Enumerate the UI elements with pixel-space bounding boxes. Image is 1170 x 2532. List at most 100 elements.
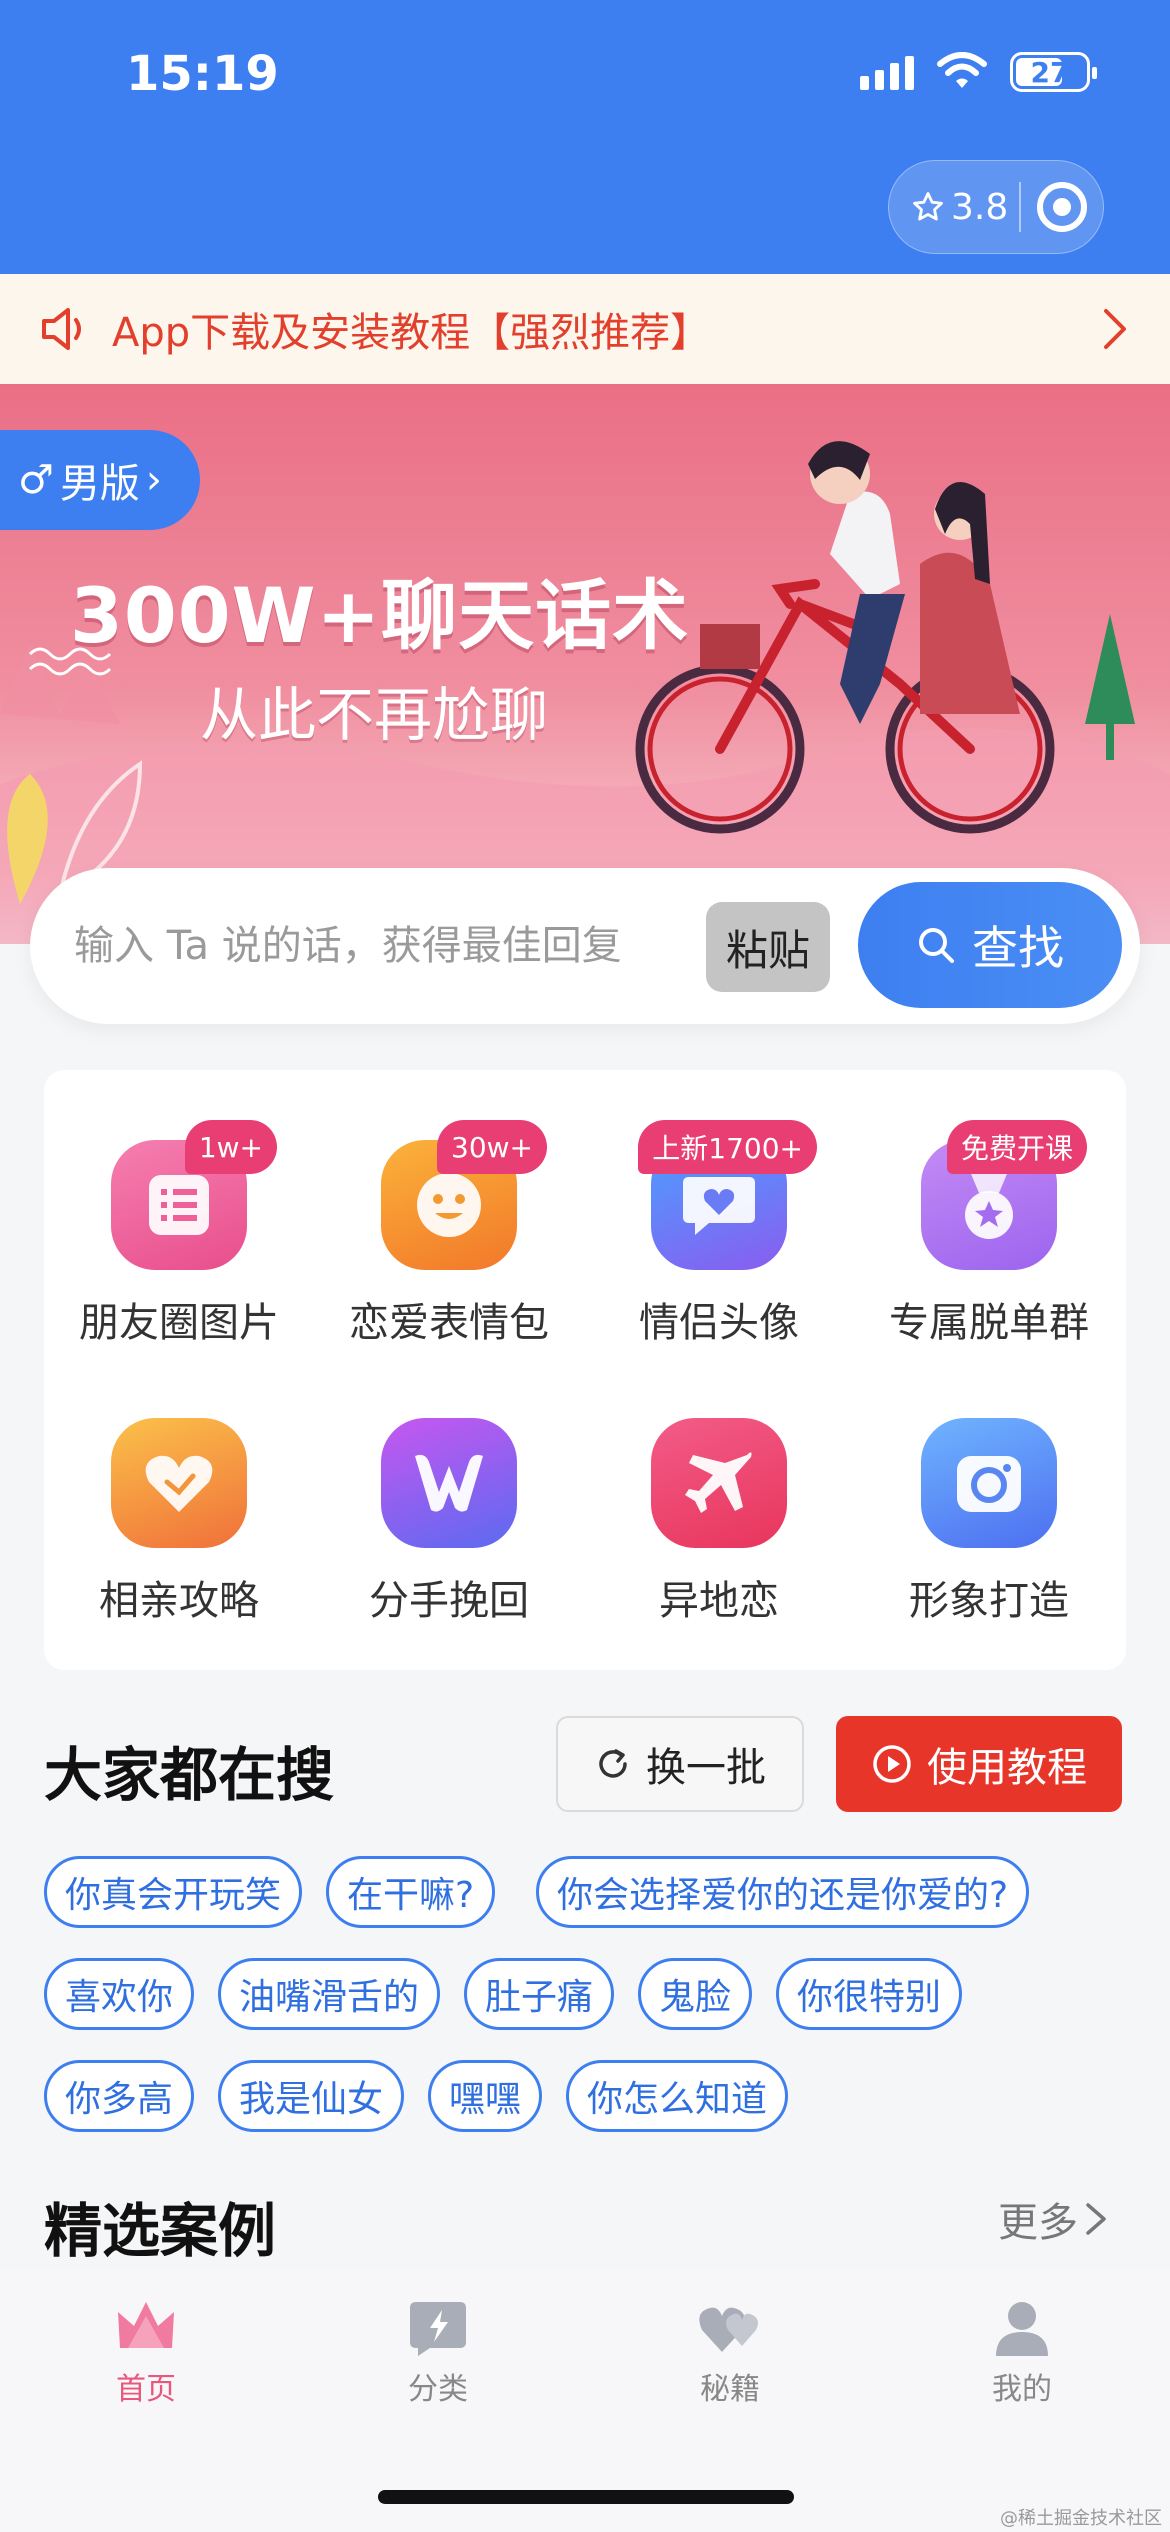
battery-level: 27 [1030, 55, 1070, 89]
paste-button[interactable]: 粘贴 [706, 902, 830, 992]
tab-label: 秘籍 [700, 2372, 760, 2407]
smile-icon [417, 1173, 481, 1237]
speaker-icon [42, 308, 81, 350]
wifi-icon [937, 52, 987, 88]
more-link[interactable]: 更多 [998, 2190, 1108, 2248]
feature-icon [921, 1418, 1057, 1548]
heart-chat-icon [683, 1177, 755, 1235]
feature-icon [651, 1418, 787, 1548]
search-tag[interactable]: 喜欢你 [44, 1958, 195, 2030]
feature-icon: 上新1700+ [638, 1120, 817, 1270]
feature-image-makeover[interactable]: 形象打造 [854, 1418, 1124, 1626]
search-tag[interactable]: 你很特别 [776, 1958, 963, 2030]
signal-icon [860, 54, 914, 90]
feature-moments-images[interactable]: 1w+ 朋友圈图片 [44, 1120, 314, 1348]
search-tag[interactable]: 嘿嘿 [428, 2060, 543, 2132]
tab-label: 分类 [408, 2372, 468, 2407]
tab-label: 首页 [116, 2372, 176, 2407]
home-indicator [378, 2490, 794, 2504]
search-tag[interactable]: 鬼脸 [638, 1958, 753, 2030]
watermark-text: @稀土掘金技术社区 [1000, 2508, 1162, 2529]
search-tag[interactable]: 你会选择爱你的还是你爱的? [536, 1856, 1030, 1928]
tab-home[interactable]: 首页 [46, 2298, 246, 2408]
chevron-right-icon [1086, 2203, 1106, 2235]
feature-icon: 免费开课 [921, 1120, 1087, 1270]
feature-breakup-recovery[interactable]: 分手挽回 [314, 1418, 584, 1626]
feature-label: 分手挽回 [369, 1578, 529, 1624]
notice-text: App下载及安装教程【强烈推荐】 [112, 310, 711, 356]
banner-subtitle: 从此不再尬聊 [200, 681, 549, 749]
list-icon [149, 1175, 209, 1235]
search-tag[interactable]: 肚子痛 [464, 1958, 615, 2030]
tab-label: 我的 [992, 2372, 1052, 2407]
feature-icon [381, 1418, 517, 1548]
find-button[interactable]: 查找 [858, 882, 1122, 1008]
feature-label: 异地恋 [659, 1578, 779, 1624]
chevron-right-icon: › [145, 457, 162, 503]
rating-value: 3.8 [951, 186, 1009, 228]
status-time: 15:19 [126, 46, 279, 102]
tab-category[interactable]: 分类 [338, 2298, 538, 2408]
feature-badge: 上新1700+ [638, 1120, 817, 1174]
feature-icon: 30w+ [381, 1120, 547, 1270]
feature-label: 情侣头像 [639, 1300, 799, 1346]
star-icon [913, 192, 943, 221]
tutorial-label: 使用教程 [927, 1745, 1087, 1791]
battery-icon: 27 [1010, 52, 1097, 92]
more-label: 更多 [998, 2200, 1078, 2246]
search-icon [919, 928, 954, 963]
search-input[interactable] [74, 868, 694, 1024]
feature-label: 相亲攻略 [99, 1578, 259, 1624]
tutorial-button[interactable]: 使用教程 [836, 1716, 1122, 1812]
male-icon: ♂ [18, 457, 54, 503]
play-circle-icon [873, 1745, 911, 1783]
plane-icon [685, 1452, 752, 1513]
feature-badge: 1w+ [184, 1120, 277, 1174]
notice-bar[interactable]: App下载及安装教程【强烈推荐】 [0, 274, 1170, 384]
hero-banner[interactable]: ♂ 男版 › 300W+聊天话术 从此不再尬聊 [0, 384, 1170, 944]
gender-switch-tab[interactable]: ♂ 男版 › [0, 430, 200, 530]
find-label: 查找 [972, 921, 1064, 975]
feature-dating-guide[interactable]: 相亲攻略 [44, 1418, 314, 1626]
featured-cases-title: 精选案例 [44, 2197, 277, 2265]
feature-label: 恋爱表情包 [349, 1300, 549, 1346]
user-icon [996, 2302, 1048, 2356]
feature-icon: 1w+ [111, 1120, 277, 1270]
status-icons: 27 [860, 52, 1097, 92]
crown-icon [118, 2302, 174, 2348]
hot-search-title: 大家都在搜 [44, 1741, 335, 1809]
feature-label: 专属脱单群 [889, 1300, 1089, 1346]
feature-badge: 30w+ [437, 1120, 547, 1174]
heart-icon [145, 1455, 213, 1512]
search-bar: 粘贴 查找 [30, 868, 1140, 1024]
feature-love-stickers[interactable]: 30w+ 恋爱表情包 [314, 1120, 584, 1348]
lightning-chat-icon [410, 2302, 466, 2356]
tab-secrets[interactable]: 秘籍 [630, 2298, 830, 2408]
feature-label: 朋友圈图片 [79, 1300, 279, 1346]
feature-long-distance[interactable]: 异地恋 [584, 1418, 854, 1626]
close-target-button[interactable] [1021, 179, 1103, 235]
search-tag[interactable]: 你真会开玩笑 [44, 1856, 303, 1928]
search-tag[interactable]: 油嘴滑舌的 [218, 1958, 441, 2030]
feature-singles-group[interactable]: 免费开课 专属脱单群 [854, 1120, 1124, 1348]
refresh-icon [599, 1749, 627, 1778]
chevron-right-icon [1104, 309, 1126, 349]
banner-title: 300W+聊天话术 [70, 571, 690, 660]
refresh-button[interactable]: 换一批 [556, 1716, 804, 1812]
search-tag[interactable]: 在干嘛? [326, 1856, 496, 1928]
header-bar: 15:19 27 3.8 [0, 0, 1170, 274]
search-tag[interactable]: 我是仙女 [218, 2060, 405, 2132]
rating-button[interactable]: 3.8 [889, 187, 1019, 228]
feature-couple-avatars[interactable]: 上新1700+ 情侣头像 [584, 1120, 854, 1348]
feature-label: 形象打造 [909, 1578, 1069, 1624]
refresh-label: 换一批 [646, 1745, 766, 1791]
tab-profile[interactable]: 我的 [922, 2298, 1122, 2408]
search-tag[interactable]: 你多高 [44, 2060, 195, 2132]
feature-badge: 免费开课 [946, 1120, 1087, 1174]
search-tag[interactable]: 你怎么知道 [566, 2060, 789, 2132]
medal-icon [965, 1169, 1013, 1239]
mini-program-capsule: 3.8 [888, 160, 1104, 254]
target-icon [1037, 182, 1087, 232]
w-icon [415, 1454, 483, 1512]
hearts-icon [699, 2307, 758, 2352]
